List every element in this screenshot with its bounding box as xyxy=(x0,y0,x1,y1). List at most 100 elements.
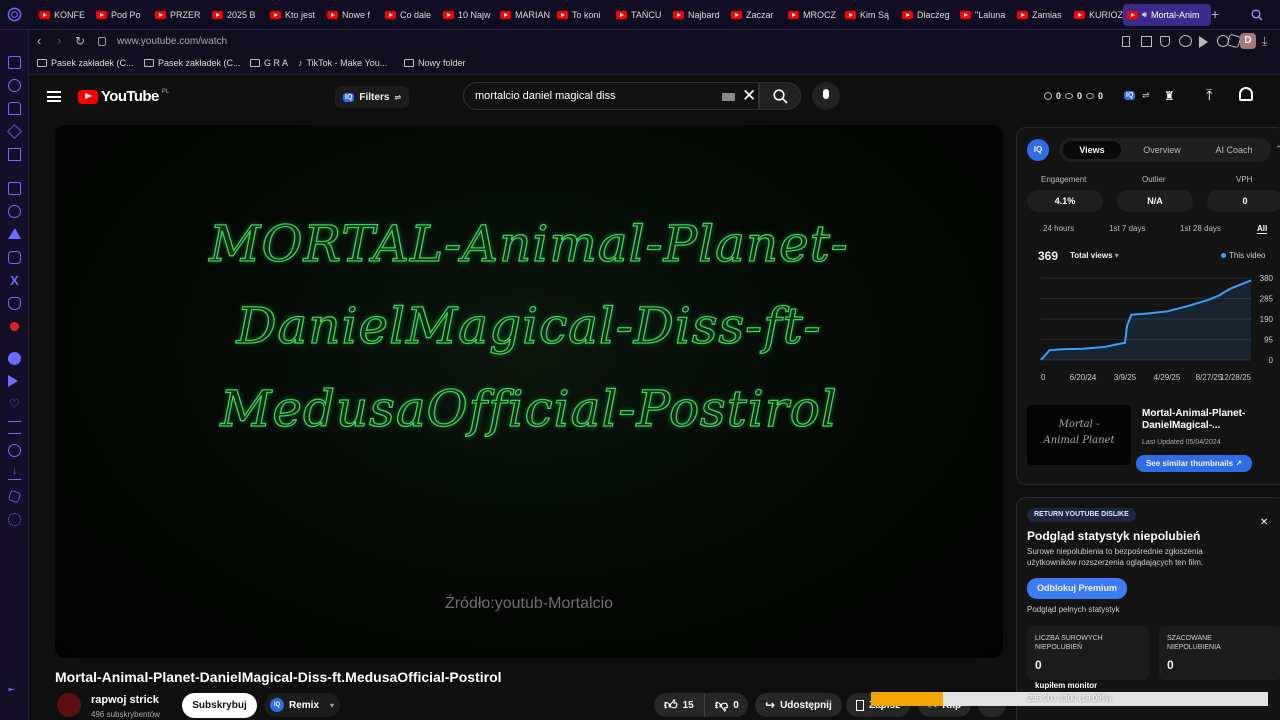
browser-logo-icon[interactable] xyxy=(7,7,22,22)
tab-19[interactable]: KURIOZ xyxy=(1070,4,1126,26)
sidebar-tabs-icon[interactable] xyxy=(8,56,21,69)
record-icon[interactable] xyxy=(9,321,20,332)
range-28d[interactable]: 1st 28 days xyxy=(1180,224,1221,233)
clear-search-icon[interactable]: ✕ xyxy=(742,86,756,106)
vidiq-remix-button[interactable]: IQ Remix ▾ xyxy=(264,693,341,717)
url-field[interactable]: www.youtube.com/watch xyxy=(117,36,227,47)
profile-avatar[interactable]: D xyxy=(1240,33,1256,49)
back-icon[interactable]: ‹ xyxy=(37,34,41,48)
search-input[interactable]: mortalcio daniel magical diss ✕ xyxy=(463,82,759,110)
estimated-dislikes-label: SZACOWANE NIEPOLUBIENIA xyxy=(1167,635,1221,651)
clock-icon[interactable] xyxy=(8,444,21,457)
tab-overview[interactable]: Overview xyxy=(1129,141,1195,159)
upload-icon[interactable]: ⤒ xyxy=(1206,88,1213,103)
messenger-icon[interactable] xyxy=(8,205,21,218)
heart-icon[interactable]: ♡ xyxy=(8,398,21,411)
vidiq-icon[interactable]: IQ xyxy=(1124,91,1136,100)
range-all[interactable]: All xyxy=(1257,224,1268,234)
dislike-button[interactable]: 👎︎ 0 xyxy=(704,693,748,717)
bookmark-folder-3[interactable]: G R A xyxy=(250,58,288,68)
reload-icon[interactable]: ↻ xyxy=(75,34,85,48)
tab-8[interactable]: 10 Najw xyxy=(439,4,495,26)
new-tab-button[interactable]: + xyxy=(1211,7,1219,21)
tab-1[interactable]: KONFE xyxy=(35,4,91,26)
tab-6[interactable]: Nowe f xyxy=(323,4,379,26)
sidebar-notes-icon[interactable] xyxy=(7,124,22,139)
subscribe-button[interactable]: Subskrybuj xyxy=(182,693,257,718)
tab-3[interactable]: PRZER xyxy=(151,4,207,26)
menu-lines-icon[interactable] xyxy=(8,421,21,434)
spotify-icon[interactable] xyxy=(8,352,21,365)
notifications-bell-icon[interactable] xyxy=(1239,87,1253,101)
estimated-dislikes-value: 0 xyxy=(1167,658,1174,672)
close-icon[interactable]: ✕ xyxy=(1260,517,1268,528)
tab-7[interactable]: Co dale xyxy=(381,4,437,26)
discord-icon[interactable] xyxy=(8,297,21,310)
bookmark-page-icon[interactable] xyxy=(1122,36,1130,47)
sidebar-collapse-icon[interactable]: ⇤ xyxy=(8,685,15,694)
video-player[interactable]: MORTAL-Animal-Planet- DanielMagical-Diss… xyxy=(55,125,1003,658)
tab-4[interactable]: 2025 B xyxy=(208,4,264,26)
twitch-icon[interactable] xyxy=(8,182,21,195)
tab-16[interactable]: Dlaczeg xyxy=(898,4,954,26)
telegram-icon[interactable] xyxy=(8,228,21,239)
youtube-logo[interactable]: YouTube PL xyxy=(78,88,169,105)
chevron-down-icon: ▾ xyxy=(330,700,335,710)
downloads-icon[interactable]: ⤓ xyxy=(1262,35,1267,47)
play-icon[interactable] xyxy=(8,375,18,387)
tab-9[interactable]: MARIAN xyxy=(496,4,552,26)
sidebar-reader-icon[interactable] xyxy=(8,148,21,161)
download-icon[interactable]: ↓ xyxy=(8,467,21,480)
channel-name[interactable]: rapwoj strick xyxy=(91,694,159,706)
range-7d[interactable]: 1st 7 days xyxy=(1109,224,1145,233)
sidebar-history-icon[interactable] xyxy=(8,79,21,92)
instagram-icon[interactable] xyxy=(8,251,21,264)
tab-12[interactable]: Najbard xyxy=(669,4,725,26)
tab-18[interactable]: Zamias xyxy=(1013,4,1069,26)
tab-14[interactable]: MROCZ xyxy=(784,4,840,26)
bookmark-folder-1[interactable]: Pasek zakładek (C... xyxy=(37,58,134,68)
shield-icon[interactable] xyxy=(1160,36,1170,47)
similar-thumbnails-button[interactable]: See similar thumbnails ↗ xyxy=(1136,455,1252,472)
sliders-icon[interactable]: ⇌ xyxy=(1142,90,1150,101)
total-views-dropdown[interactable]: Total views ▾ xyxy=(1070,251,1119,260)
bookmark-tiktok[interactable]: ♪ TikTok - Make You... xyxy=(298,58,387,68)
tab-views[interactable]: Views xyxy=(1063,141,1121,159)
vpn-icon[interactable] xyxy=(1179,35,1192,47)
share-button[interactable]: ↪ Udostępnij xyxy=(755,693,842,717)
sidebar-bookmarks-icon[interactable] xyxy=(8,102,21,115)
like-button[interactable]: 👍︎ 15 xyxy=(654,693,704,717)
goal-progress-text: 235.00 / 1300 (18.08%) xyxy=(1027,694,1112,703)
collapse-chevron-icon[interactable]: ⌃ xyxy=(1275,144,1280,155)
vidiq-filters-button[interactable]: IQ Filters ⇌ xyxy=(335,86,409,108)
tab-15[interactable]: Kim Są xyxy=(841,4,897,26)
range-24h[interactable]: 24 hours xyxy=(1043,224,1074,233)
youtube-favicon-icon xyxy=(845,11,856,19)
player-icon[interactable] xyxy=(1199,36,1208,48)
forward-icon[interactable]: › xyxy=(57,34,61,48)
settings-icon[interactable] xyxy=(8,513,21,526)
tab-2[interactable]: Pod Po xyxy=(92,4,148,26)
x-twitter-icon[interactable]: X xyxy=(8,274,21,287)
tab-17[interactable]: "Laluna xyxy=(956,4,1012,26)
tab-11[interactable]: TAŃCU xyxy=(612,4,668,26)
bookmark-folder-4[interactable]: Nowy folder xyxy=(404,58,466,68)
search-tabs-icon[interactable] xyxy=(1251,9,1263,21)
trophy-icon[interactable]: ♜ xyxy=(1164,89,1175,103)
tab-5[interactable]: Kto jest xyxy=(266,4,322,26)
unlock-premium-button[interactable]: Odblokuj Premium xyxy=(1027,578,1127,599)
video-thumbnail[interactable]: Mortal - Animal Planet xyxy=(1027,405,1131,465)
search-button[interactable] xyxy=(759,82,801,110)
tab-10[interactable]: To koni xyxy=(553,4,609,26)
tab-ai-coach[interactable]: AI Coach xyxy=(1199,141,1269,159)
keyboard-icon[interactable] xyxy=(722,93,735,101)
extension-icon[interactable] xyxy=(7,489,22,504)
hamburger-menu-icon[interactable] xyxy=(47,91,61,102)
youtube-favicon-icon xyxy=(443,11,454,19)
channel-avatar[interactable] xyxy=(57,693,81,717)
bookmark-folder-2[interactable]: Pasek zakładek (C... xyxy=(144,58,241,68)
screenshot-icon[interactable] xyxy=(1141,36,1152,47)
voice-search-button[interactable] xyxy=(812,82,840,110)
tab-13[interactable]: Zaczar xyxy=(727,4,783,26)
tab-active[interactable]: 🔊︎ Mortal-Anim xyxy=(1123,4,1211,26)
